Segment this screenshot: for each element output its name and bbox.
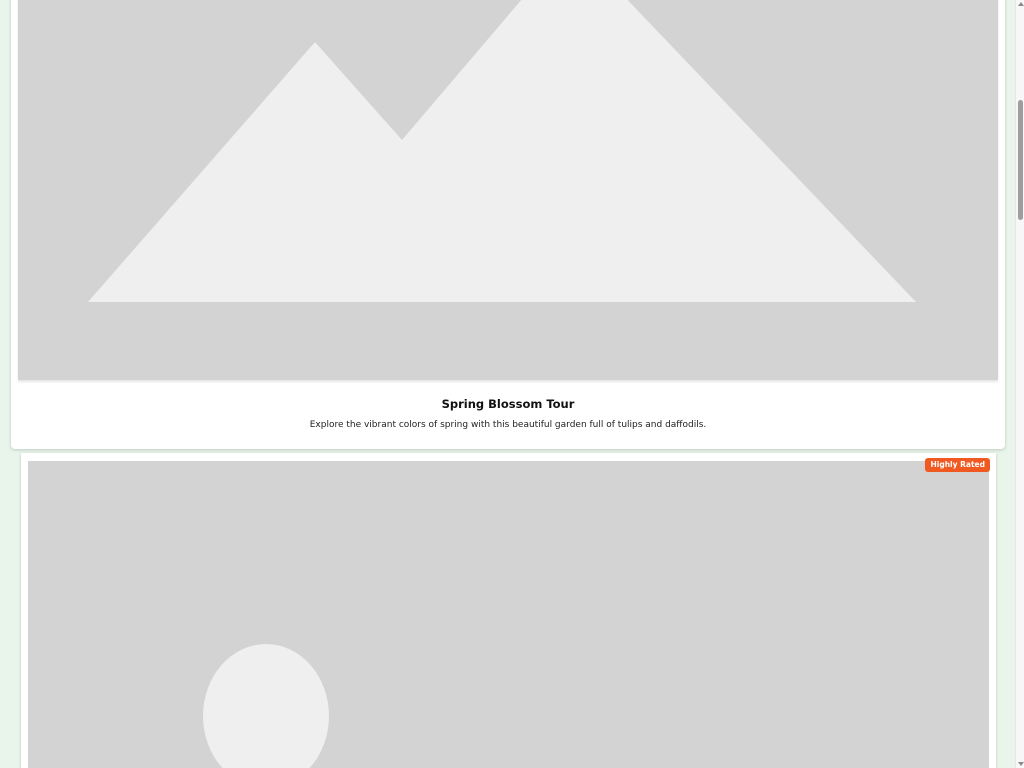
mountain-placeholder-icon [88, 0, 916, 302]
sun-placeholder-icon [203, 644, 329, 768]
tour-card[interactable]: Spring Blossom Tour Explore the vibrant … [11, 0, 1005, 449]
tour-card-description: Explore the vibrant colors of spring wit… [309, 420, 707, 430]
scrollbar-thumb[interactable] [1018, 100, 1023, 220]
tour-card-title: Spring Blossom Tour [441, 397, 575, 411]
tour-card-image [28, 461, 989, 768]
tour-card-image [18, 0, 998, 380]
scroll-up-arrow-icon[interactable] [1018, 2, 1024, 6]
highly-rated-badge: Highly Rated [925, 458, 990, 472]
scroll-down-arrow-icon[interactable] [1018, 762, 1024, 766]
tour-card[interactable]: Highly Rated [21, 453, 996, 768]
page-viewport: Spring Blossom Tour Explore the vibrant … [0, 0, 1016, 768]
vertical-scrollbar[interactable] [1015, 0, 1024, 768]
